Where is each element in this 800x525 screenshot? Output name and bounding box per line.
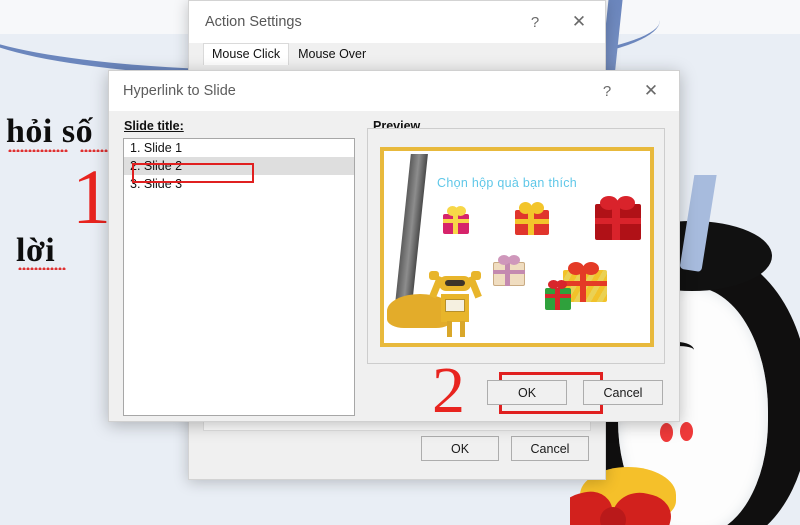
hyperlink-cancel-button[interactable]: Cancel <box>583 380 663 405</box>
gift-box-dark-red <box>595 196 641 244</box>
action-settings-ok-button[interactable]: OK <box>421 436 499 461</box>
close-icon[interactable]: ✕ <box>557 1 601 43</box>
robot-leg-right <box>460 321 465 337</box>
hyperlink-dialog-body: Slide title: 1. Slide 1 2. Slide 2 3. Sl… <box>109 111 679 421</box>
list-item[interactable]: 1. Slide 1 <box>124 139 354 157</box>
action-settings-cancel-button[interactable]: Cancel <box>511 436 589 461</box>
action-settings-title: Action Settings <box>205 14 302 30</box>
slide-title-label: Slide title: <box>124 119 184 133</box>
gift-box-pink <box>443 206 469 234</box>
action-settings-button-row: OK Cancel <box>421 436 589 461</box>
robot-leg-left <box>447 321 452 337</box>
robot-screen <box>445 299 465 312</box>
preview-slide-frame: Chọn hộp quà bạn thích <box>380 147 654 347</box>
preview-slide-title-text: Chọn hộp quà bạn thích <box>437 176 578 190</box>
spellcheck-underline-3 <box>18 266 66 270</box>
hyperlink-dialog-button-row: OK Cancel <box>487 380 663 405</box>
slide-text-line-2: lời <box>16 232 56 269</box>
spellcheck-underline-1 <box>8 148 68 152</box>
annotation-step-2: 2 <box>432 354 465 427</box>
hyperlink-ok-button[interactable]: OK <box>487 380 567 405</box>
annotation-step-1: 1 <box>72 153 111 240</box>
annotation-highlight-slide-2 <box>132 163 254 183</box>
preview-pole <box>394 154 429 309</box>
hyperlink-dialog-title: Hyperlink to Slide <box>123 83 236 99</box>
preview-slide-canvas: Chọn hộp quà bạn thích <box>387 154 647 340</box>
preview-group-box: Chọn hộp quà bạn thích <box>367 128 665 364</box>
robot-hand-right <box>471 271 481 280</box>
help-icon[interactable]: ? <box>513 1 557 43</box>
help-icon[interactable]: ? <box>585 70 629 112</box>
slide-text-line-1: hỏi số <box>6 113 94 150</box>
gift-box-cream <box>493 254 525 286</box>
penguin-cheek-left <box>660 423 673 442</box>
robot-eye <box>445 280 465 286</box>
action-settings-titlebar: Action Settings ? ✕ <box>189 1 605 43</box>
tab-mouse-click[interactable]: Mouse Click <box>203 43 290 65</box>
slide-title-label-text: Slide title: <box>124 119 184 133</box>
hyperlink-to-slide-dialog: Hyperlink to Slide ? ✕ Slide title: 1. S… <box>108 70 680 422</box>
gift-box-red-yellow <box>515 202 549 236</box>
gift-box-green <box>545 280 571 310</box>
hyperlink-dialog-titlebar: Hyperlink to Slide ? ✕ <box>109 71 679 111</box>
penguin-cheek-right <box>680 422 693 441</box>
action-settings-tabstrip: Mouse Click Mouse Over <box>189 43 605 65</box>
close-icon[interactable]: ✕ <box>629 70 673 112</box>
robot-hand-left <box>429 271 439 280</box>
slide-title-listbox[interactable]: 1. Slide 1 2. Slide 2 3. Slide 3 <box>123 138 355 416</box>
tab-mouse-over[interactable]: Mouse Over <box>289 43 376 65</box>
